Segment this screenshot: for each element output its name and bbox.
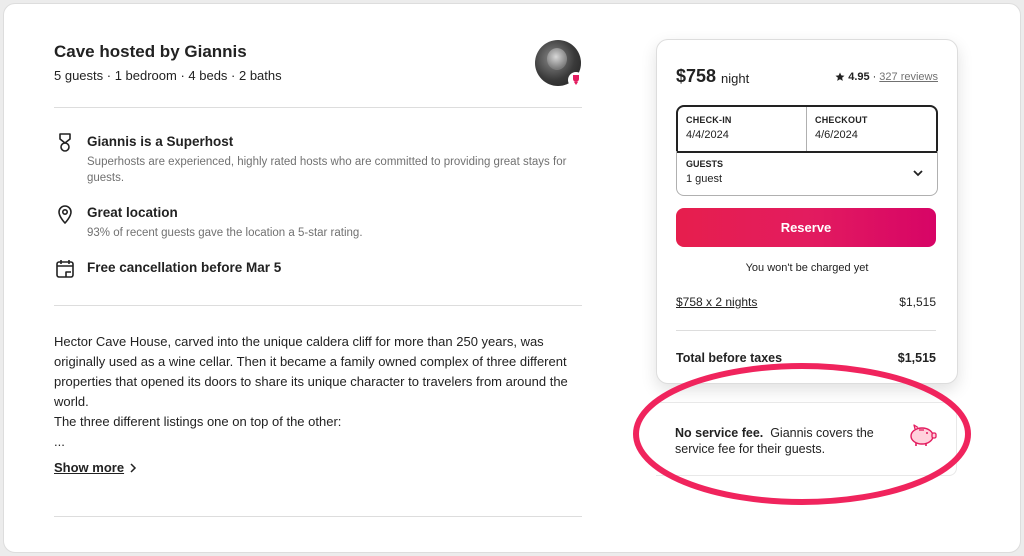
nightly-price: $758 bbox=[676, 66, 717, 86]
listing-page: Cave hosted by Giannis 5 guests · 1 bedr… bbox=[3, 3, 1021, 553]
listing-details: Cave hosted by Giannis 5 guests · 1 bedr… bbox=[54, 4, 584, 552]
feature-title: Free cancellation before Mar 5 bbox=[87, 260, 282, 275]
feature-title: Giannis is a Superhost bbox=[87, 134, 234, 149]
total-row: Total before taxes $1,515 bbox=[676, 351, 936, 365]
superhost-badge-icon bbox=[568, 72, 584, 88]
chevron-right-icon bbox=[130, 462, 137, 473]
section-divider bbox=[54, 305, 582, 306]
booking-card: $758 night 4.95 · 327 reviews CHECK-IN 4… bbox=[656, 39, 958, 384]
superhost-medal-icon bbox=[54, 132, 76, 154]
section-divider bbox=[54, 516, 582, 517]
host-avatar-photo bbox=[547, 48, 567, 70]
calendar-icon bbox=[54, 258, 76, 280]
show-more-link[interactable]: Show more bbox=[54, 460, 138, 475]
listing-title: Cave hosted by Giannis bbox=[54, 42, 247, 61]
feature-description: 93% of recent guests gave the location a… bbox=[87, 227, 363, 239]
feature-description: Superhosts are experienced, highly rated… bbox=[87, 156, 567, 184]
feature-title: Great location bbox=[87, 205, 178, 220]
rating-separator: · bbox=[872, 71, 877, 83]
checkin-field[interactable]: CHECK-IN 4/4/2024 bbox=[678, 107, 806, 151]
reserve-button[interactable]: Reserve bbox=[676, 208, 936, 247]
checkout-field[interactable]: CHECKOUT 4/6/2024 bbox=[807, 107, 936, 151]
listing-summary: 5 guests · 1 bedroom · 4 beds · 2 baths bbox=[54, 68, 282, 83]
no-charge-note: You won't be charged yet bbox=[745, 262, 869, 274]
checkin-label: CHECK-IN bbox=[686, 115, 732, 125]
price-breakdown-link[interactable]: $758 x 2 nights bbox=[676, 295, 757, 309]
piggy-bank-icon bbox=[910, 424, 937, 446]
rating-score: 4.95 bbox=[848, 71, 870, 83]
guests-select[interactable]: GUESTS 1 guest bbox=[676, 151, 938, 196]
service-fee-text: No service fee. Giannis covers the servi… bbox=[675, 425, 890, 457]
price-breakdown-row: $758 x 2 nights $1,515 bbox=[676, 295, 936, 309]
checkout-value: 4/6/2024 bbox=[815, 129, 858, 141]
checkout-label: CHECKOUT bbox=[815, 115, 868, 125]
host-avatar[interactable] bbox=[535, 40, 584, 88]
location-pin-icon bbox=[54, 203, 76, 225]
service-fee-notice: No service fee. Giannis covers the servi… bbox=[656, 402, 957, 476]
service-fee-bold: No service fee. bbox=[675, 426, 764, 440]
guests-value: 1 guest bbox=[686, 173, 723, 185]
price-breakdown-value: $1,515 bbox=[899, 295, 936, 309]
total-label: Total before taxes bbox=[676, 351, 783, 365]
star-icon bbox=[835, 72, 845, 81]
date-picker: CHECK-IN 4/4/2024 CHECKOUT 4/6/2024 bbox=[676, 105, 938, 153]
rating-summary: 4.95 · 327 reviews bbox=[835, 71, 938, 83]
listing-description: Hector Cave House, carved into the uniqu… bbox=[54, 334, 568, 449]
chevron-down-icon bbox=[913, 170, 923, 177]
checkin-value: 4/4/2024 bbox=[686, 129, 729, 141]
card-divider bbox=[676, 330, 936, 331]
guests-label: GUESTS bbox=[686, 159, 724, 169]
total-value: $1,515 bbox=[897, 351, 936, 365]
reviews-link[interactable]: 327 reviews bbox=[879, 71, 938, 83]
section-divider bbox=[54, 107, 582, 108]
show-more-label: Show more bbox=[54, 460, 125, 475]
per-night-label: night bbox=[721, 71, 750, 86]
